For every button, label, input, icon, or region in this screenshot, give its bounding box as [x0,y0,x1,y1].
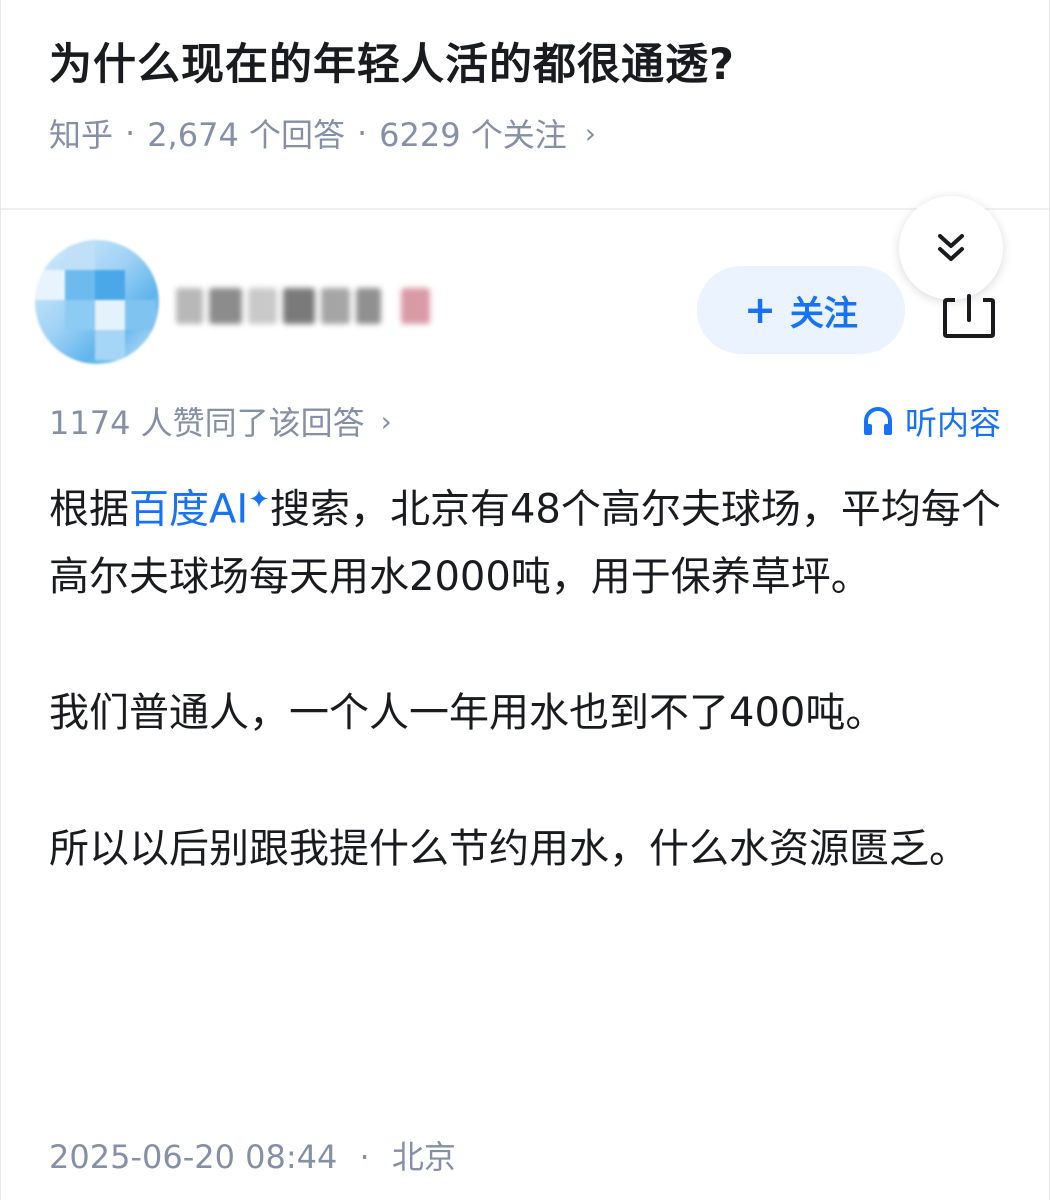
meta-separator: · [359,1138,370,1176]
follow-label: 关注 [789,293,858,334]
follower-count: 6229 个关注 [379,116,567,154]
chevron-right-icon: › [584,116,596,150]
header-divider [1,208,1049,210]
chevron-right-icon: › [380,404,392,438]
answer-page: 为什么现在的年轻人活的都很通透? 知乎 · 2,674 个回答 · 6229 个… [0,0,1050,1200]
question-title[interactable]: 为什么现在的年轻人活的都很通透? [49,30,735,92]
listen-button[interactable]: 听内容 [861,398,1001,444]
collapse-button[interactable] [899,196,1003,300]
listen-label: 听内容 [904,404,1001,442]
source-label: 知乎 [49,116,114,154]
share-icon[interactable] [941,292,997,340]
agree-count-row[interactable]: 1174 人赞同了该回答 › [49,398,392,444]
avatar[interactable] [35,240,159,364]
answer-paragraph: 根据百度AI✦搜索，北京有48个高尔夫球场，平均每个高尔夫球场每天用水2000吨… [49,466,1009,611]
meta-separator: · [356,114,368,152]
meta-separator: · [125,114,136,152]
answer-count: 2,674 个回答 [147,116,345,154]
agree-count: 1174 人赞同了该回答 [49,404,365,442]
plus-icon: + [744,288,776,332]
timestamp: 2025-06-20 08:44 [49,1138,338,1176]
answer-paragraph: 所以以后别跟我提什么节约用水，什么水资源匮乏。 [49,826,969,873]
author-name-blurred[interactable] [176,278,436,334]
paragraph-text: 根据 [49,486,129,533]
double-chevron-down-icon [938,234,964,261]
question-meta[interactable]: 知乎 · 2,674 个回答 · 6229 个关注 › [49,110,596,156]
answer-footer: 2025-06-20 08:44 · 北京 [49,1132,456,1178]
follow-button[interactable]: + 关注 [697,266,905,354]
baidu-ai-link[interactable]: 百度AI [129,486,248,532]
answer-paragraph: 我们普通人，一个人一年用水也到不了400吨。 [49,690,886,737]
headphones-icon [863,407,892,435]
location: 北京 [391,1138,456,1176]
answer-body: 根据百度AI✦搜索，北京有48个高尔夫球场，平均每个高尔夫球场每天用水2000吨… [49,466,1009,883]
sparkle-icon: ✦ [248,485,270,515]
